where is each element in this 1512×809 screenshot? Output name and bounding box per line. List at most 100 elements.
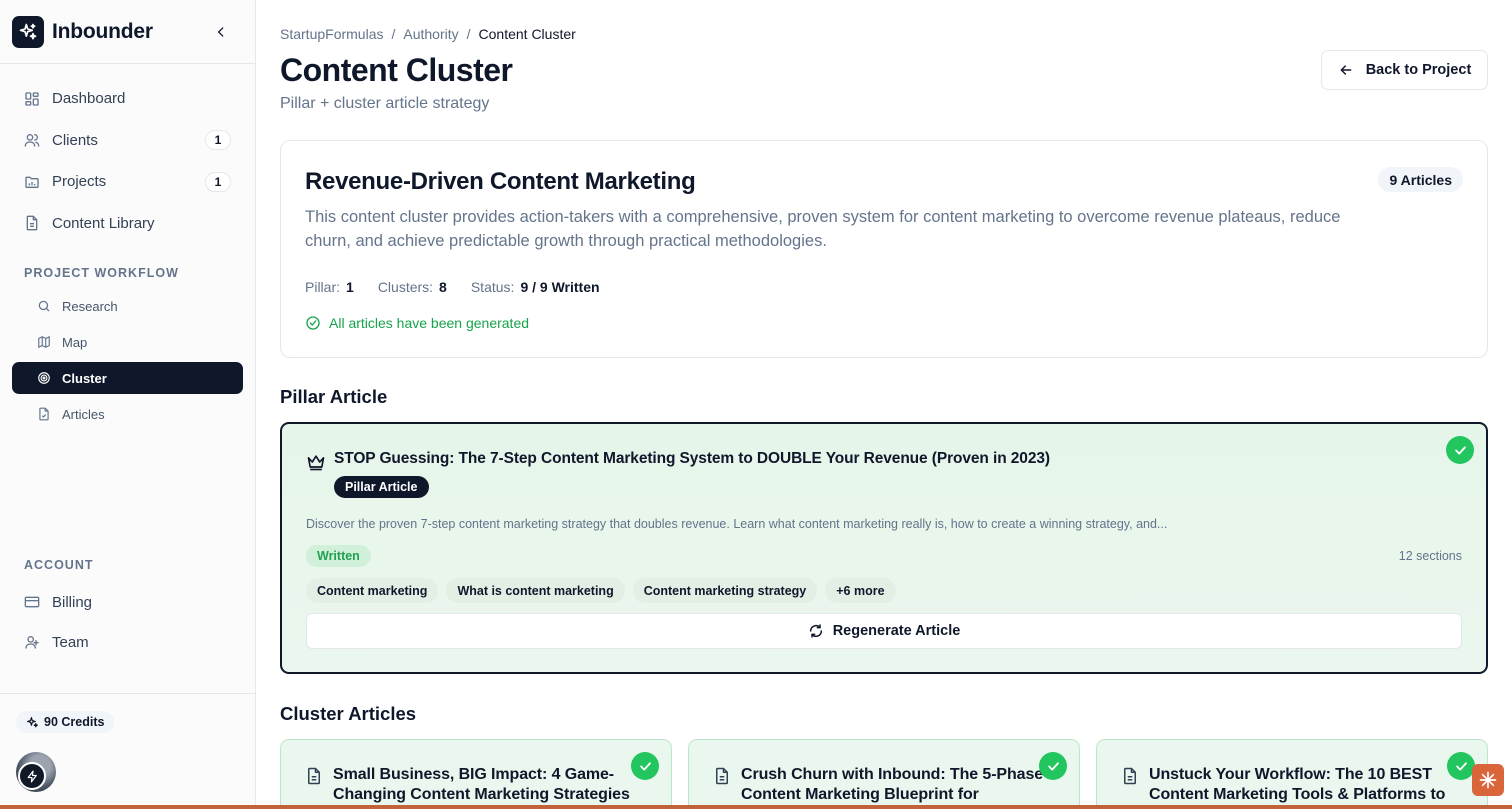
document-icon <box>1121 767 1139 785</box>
stat-value: 9 / 9 Written <box>520 279 600 295</box>
document-icon <box>305 767 323 785</box>
refresh-icon <box>808 623 824 639</box>
cluster-article-title[interactable]: Crush Churn with Inbound: The 5-Phase Co… <box>741 765 1051 805</box>
count-badge: 1 <box>205 130 231 151</box>
workflow-item-research[interactable]: Research <box>12 290 243 322</box>
workflow-item-label: Cluster <box>62 370 107 386</box>
cluster-article-title[interactable]: Small Business, BIG Impact: 4 Game-Chang… <box>333 765 643 809</box>
back-button-label: Back to Project <box>1365 62 1472 78</box>
breadcrumb-separator: / <box>391 26 396 42</box>
arrow-left-icon <box>1338 62 1354 78</box>
chevron-left-icon <box>217 26 224 37</box>
stat-value: 1 <box>346 279 354 295</box>
keyword-chip: What is content marketing <box>446 578 625 603</box>
cluster-summary-card: Revenue-Driven Content Marketing 9 Artic… <box>280 140 1488 358</box>
regenerate-article-button[interactable]: Regenerate Article <box>306 613 1462 649</box>
generation-status-text: All articles have been generated <box>329 315 530 331</box>
check-circle-icon <box>305 315 321 331</box>
sparkles-logo-icon <box>12 15 44 48</box>
credits-badge[interactable]: 90 Credits <box>16 711 115 733</box>
crown-icon <box>306 452 326 472</box>
bottom-accent-bar <box>0 805 1512 809</box>
sidebar-item-label: Dashboard <box>52 90 126 108</box>
main-nav: Dashboard Clients 1 Projects 1 Content L… <box>0 64 255 244</box>
stat-clusters: Clusters: 8 <box>378 279 447 295</box>
workflow-item-label: Articles <box>62 406 105 422</box>
sidebar: Inbounder Dashboard Clients 1 Projects 1 <box>0 0 256 809</box>
account-nav: Billing Team <box>12 582 243 662</box>
workflow-nav: Research Map Cluster Articles <box>0 290 255 430</box>
cluster-article-card[interactable]: Crush Churn with Inbound: The 5-Phase Co… <box>688 739 1080 809</box>
breadcrumb-separator: / <box>466 26 471 42</box>
pillar-article-title[interactable]: STOP Guessing: The 7-Step Content Market… <box>334 450 1050 468</box>
sidebar-item-dashboard[interactable]: Dashboard <box>12 78 243 120</box>
pillar-section-heading: Pillar Article <box>280 386 388 407</box>
breadcrumb: StartupFormulas / Authority / Content Cl… <box>280 26 576 42</box>
page-title: Content Cluster <box>280 52 513 88</box>
sidebar-item-team[interactable]: Team <box>12 622 243 662</box>
page-subtitle: Pillar + cluster article strategy <box>280 95 490 112</box>
app-name: Inbounder <box>52 19 153 43</box>
more-keywords-chip[interactable]: +6 more <box>825 578 896 603</box>
sidebar-item-label: Team <box>52 633 89 651</box>
workflow-item-map[interactable]: Map <box>12 326 243 358</box>
sidebar-item-label: Content Library <box>52 214 155 232</box>
check-icon <box>1447 752 1475 780</box>
credit-card-icon <box>24 594 40 610</box>
articles-count-badge: 9 Articles <box>1378 167 1463 192</box>
workflow-item-articles[interactable]: Articles <box>12 398 243 430</box>
workflow-item-label: Map <box>62 334 88 350</box>
folder-icon <box>24 174 40 190</box>
check-icon <box>1039 752 1067 780</box>
bolt-icon[interactable] <box>18 762 46 790</box>
pillar-article-tag: Pillar Article <box>334 476 429 498</box>
stat-pillar: Pillar: 1 <box>305 279 354 295</box>
document-icon <box>713 767 731 785</box>
cluster-title: Revenue-Driven Content Marketing <box>305 168 696 195</box>
sparkles-icon <box>26 716 39 729</box>
collapse-sidebar-button[interactable] <box>209 20 233 44</box>
breadcrumb-item[interactable]: Authority <box>403 26 458 42</box>
keyword-list: Content marketing What is content market… <box>306 578 896 603</box>
workflow-item-label: Research <box>62 298 118 314</box>
sidebar-item-content-library[interactable]: Content Library <box>12 203 243 245</box>
cluster-article-card[interactable]: Unstuck Your Workflow: The 10 BEST Conte… <box>1096 739 1488 809</box>
cluster-article-card[interactable]: Small Business, BIG Impact: 4 Game-Chang… <box>280 739 672 809</box>
document-icon <box>24 215 40 231</box>
sidebar-item-projects[interactable]: Projects 1 <box>12 161 243 203</box>
breadcrumb-item[interactable]: StartupFormulas <box>280 26 383 42</box>
keyword-chip: Content marketing strategy <box>632 578 818 603</box>
asterisk-icon <box>1479 771 1497 789</box>
search-icon <box>37 299 51 313</box>
sidebar-footer: 90 Credits <box>0 693 255 792</box>
main-content: StartupFormulas / Authority / Content Cl… <box>256 0 1512 809</box>
workflow-item-cluster[interactable]: Cluster <box>12 362 243 394</box>
generation-status: All articles have been generated <box>305 315 529 331</box>
count-badge: 1 <box>205 171 231 192</box>
cluster-article-title[interactable]: Unstuck Your Workflow: The 10 BEST Conte… <box>1149 765 1459 805</box>
sidebar-item-clients[interactable]: Clients 1 <box>12 120 243 162</box>
assistant-launcher-button[interactable] <box>1472 764 1504 796</box>
workflow-section-title: PROJECT WORKFLOW <box>24 266 179 280</box>
breadcrumb-current: Content Cluster <box>478 26 576 42</box>
pillar-article-card[interactable]: STOP Guessing: The 7-Step Content Market… <box>280 422 1488 674</box>
check-icon <box>631 752 659 780</box>
cluster-section-heading: Cluster Articles <box>280 703 417 724</box>
cluster-stats: Pillar: 1 Clusters: 8 Status: 9 / 9 Written <box>305 279 624 295</box>
sections-count: 12 sections <box>1398 549 1462 563</box>
target-icon <box>37 371 51 385</box>
stat-label: Status: <box>470 279 515 295</box>
stat-status: Status: 9 / 9 Written <box>471 279 600 295</box>
pillar-article-description: Discover the proven 7-step content marke… <box>306 517 1168 531</box>
back-to-project-button[interactable]: Back to Project <box>1321 50 1488 90</box>
status-badge: Written <box>306 545 371 567</box>
sidebar-item-label: Projects <box>52 173 107 191</box>
file-check-icon <box>37 407 51 421</box>
check-icon <box>1446 436 1474 464</box>
brand-header: Inbounder <box>0 0 255 64</box>
sidebar-item-billing[interactable]: Billing <box>12 582 243 622</box>
cluster-description: This content cluster provides action-tak… <box>305 208 1341 250</box>
stat-value: 8 <box>439 279 447 295</box>
map-icon <box>37 335 51 349</box>
credits-label: 90 Credits <box>44 715 105 729</box>
